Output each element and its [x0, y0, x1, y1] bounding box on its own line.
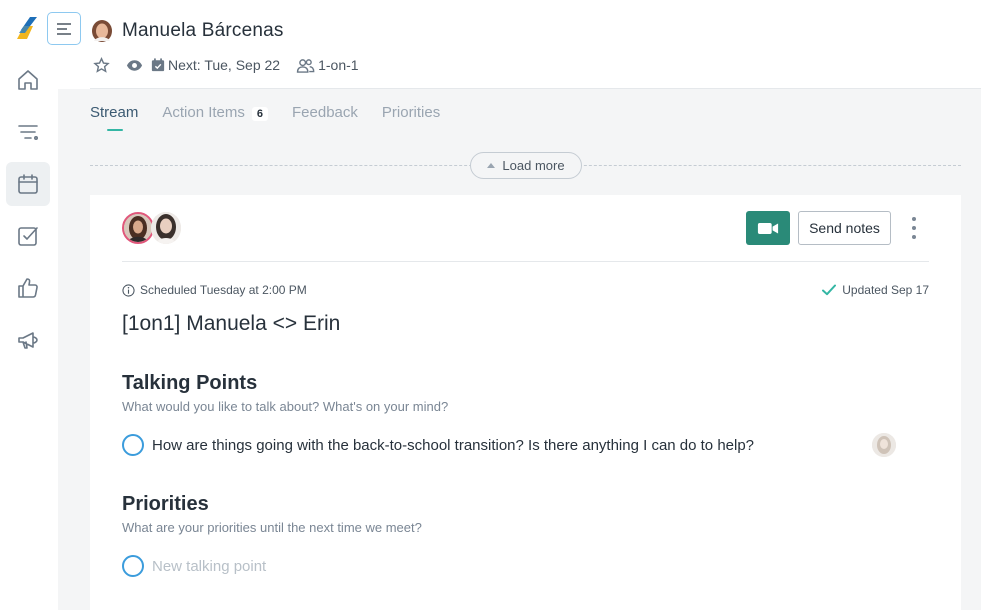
new-talking-point-checkbox	[122, 555, 144, 577]
talking-point-author-avatar	[872, 433, 896, 457]
tab-action-items[interactable]: Action Items 6	[162, 104, 269, 122]
tab-stream-label: Stream	[90, 104, 139, 121]
scheduled-text: Scheduled Tuesday at 2:00 PM	[140, 283, 307, 297]
watch-eye-icon[interactable]	[126, 57, 143, 74]
talking-point-item: How are things going with the back-to-sc…	[122, 434, 754, 456]
tab-feedback[interactable]: Feedback	[292, 104, 358, 122]
next-meeting-text: Next: Tue, Sep 22	[168, 57, 281, 73]
new-talking-point-row: New talking point	[122, 555, 266, 577]
load-more-button[interactable]: Load more	[470, 152, 582, 179]
avatar	[91, 19, 113, 43]
megaphone-icon	[18, 332, 38, 349]
tab-priorities-label: Priorities	[381, 104, 441, 121]
sidebar-item-announcements[interactable]	[6, 318, 50, 362]
tab-bar: Stream Action Items 6 Feedback Priorities	[90, 104, 464, 131]
sidebar-item-filter[interactable]	[6, 110, 50, 154]
priorities-subtitle: What are your priorities until the next …	[122, 520, 422, 535]
scheduled-info: Scheduled Tuesday at 2:00 PM	[122, 283, 307, 297]
thumbs-up-icon	[18, 278, 38, 298]
priorities-heading: Priorities	[122, 493, 209, 515]
updated-info: Updated Sep 17	[822, 283, 929, 297]
filter-icon	[18, 125, 38, 140]
active-tab-indicator	[107, 129, 123, 131]
talking-points-heading: Talking Points	[122, 372, 258, 394]
header-divider	[90, 88, 981, 89]
action-items-count-badge: 6	[251, 107, 269, 121]
more-options-icon[interactable]	[908, 217, 920, 239]
next-meeting: Next: Tue, Sep 22	[151, 57, 280, 73]
header-background	[58, 0, 981, 89]
load-more-label: Load more	[502, 158, 565, 173]
card-divider	[122, 261, 929, 262]
favorite-star-icon[interactable]	[93, 56, 110, 74]
tab-stream[interactable]: Stream	[90, 104, 139, 131]
send-notes-button[interactable]: Send notes	[798, 211, 891, 245]
video-call-button[interactable]	[746, 211, 790, 245]
info-icon	[122, 283, 135, 297]
tab-feedback-label: Feedback	[292, 104, 358, 121]
checkmark-icon	[822, 284, 837, 296]
calendar-icon	[18, 174, 38, 194]
calendar-check-icon	[151, 58, 165, 72]
talking-point-text[interactable]: How are things going with the back-to-sc…	[152, 437, 754, 454]
sidebar-item-meetings[interactable]	[6, 162, 50, 206]
sidebar-item-feedback[interactable]	[6, 266, 50, 310]
talking-points-subtitle: What would you like to talk about? What'…	[122, 399, 449, 414]
home-icon	[18, 70, 38, 90]
sidebar	[0, 0, 58, 610]
app-logo[interactable]	[13, 14, 41, 42]
page-title: Manuela Bárcenas	[122, 20, 284, 41]
video-camera-icon	[757, 222, 779, 234]
menu-toggle-button[interactable]	[47, 12, 81, 45]
tab-action-items-label: Action Items	[162, 104, 245, 121]
hamburger-icon	[57, 22, 71, 35]
meeting-type: 1-on-1	[296, 57, 359, 73]
caret-up-icon	[487, 163, 496, 168]
meeting-type-text: 1-on-1	[318, 57, 359, 73]
sidebar-item-tasks[interactable]	[6, 214, 50, 258]
sidebar-item-home[interactable]	[6, 58, 50, 102]
users-icon	[296, 58, 315, 73]
meeting-title: [1on1] Manuela <> Erin	[122, 312, 341, 335]
participant-avatar[interactable]	[151, 212, 181, 244]
updated-text: Updated Sep 17	[842, 283, 929, 297]
meeting-meta: Next: Tue, Sep 22 1-on-1	[93, 56, 359, 74]
checkbox-icon	[18, 227, 38, 246]
meeting-card: Send notes Scheduled Tuesday at 2:00 PM …	[90, 195, 961, 610]
tab-priorities[interactable]: Priorities	[382, 104, 440, 122]
new-talking-point-input[interactable]: New talking point	[152, 558, 266, 575]
talking-point-checkbox[interactable]	[122, 434, 144, 456]
participant-avatar[interactable]	[122, 212, 154, 244]
